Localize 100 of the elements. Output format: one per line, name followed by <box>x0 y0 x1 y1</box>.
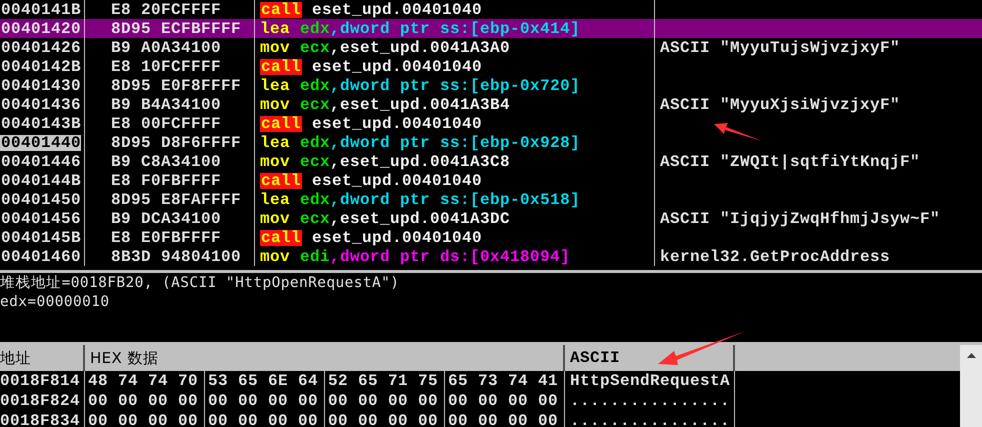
hex-cell: 8D95 E8FAFFFF <box>111 192 242 208</box>
address-cell: 00401436 <box>0 96 82 112</box>
ascii-cell: HttpSendRequestA <box>565 371 735 391</box>
operand: ,dword ptr ds:[0x418094] <box>330 248 570 264</box>
address-cell: 00401430 <box>0 78 82 94</box>
hex-cell: 00 00 00 00 <box>325 391 445 411</box>
scrollbar[interactable] <box>960 345 982 427</box>
address-cell: 00401460 <box>0 248 82 264</box>
disassembly-row[interactable]: 00401450 8D95 E8FAFFFF lea edx,dword ptr ss:[ebp-0x518] <box>0 190 982 209</box>
mnemonic: mov <box>260 248 290 264</box>
disassembly-row[interactable]: 00401430 8D95 E0F8FFFF lea edx,dword ptr ss:[ebp-0x720] <box>0 76 982 95</box>
mnemonic: call <box>260 2 302 18</box>
hex-cell: E8 10FCFFFF <box>111 58 222 74</box>
address-cell: 0018F824 <box>0 391 85 411</box>
mnemonic: call <box>260 230 302 246</box>
hex-cell: 00 00 00 00 <box>325 411 445 427</box>
hex-cell: 00 00 00 00 <box>205 391 325 411</box>
address-cell: 0040145B <box>0 230 82 246</box>
disassembly-row[interactable]: 00401440 8D95 D8F6FFFF lea edx,dword ptr ss:[ebp-0x928] <box>0 133 982 152</box>
disassembly-row[interactable]: 0040145B E8 E0FBFFFF call eset_upd.00401040 <box>0 228 982 247</box>
info-line: edx=00000010 <box>0 294 111 309</box>
hex-cell: 53 65 6E 64 <box>205 371 325 391</box>
ascii-cell: ................ <box>565 411 735 427</box>
hex-cell: E8 20FCFFFF <box>111 2 222 18</box>
operand: eset_upd.00401040 <box>312 58 482 74</box>
disassembly-row[interactable]: 0040144B E8 F0FBFFFF call eset_upd.00401040 <box>0 171 982 190</box>
hex-cell: E8 F0FBFFFF <box>111 172 222 188</box>
info-line: 堆栈地址=0018FB20, (ASCII "HttpOpenRequestA") <box>0 276 400 290</box>
scroll-up-icon[interactable] <box>966 353 976 358</box>
operand: ecx <box>300 40 330 56</box>
mnemonic: lea <box>260 192 290 208</box>
disassembly-row[interactable]: 00401446 B9 C8A34100 mov ecx,eset_upd.0041A3C8 ASCII "ZWQIt|sqtfiYtKnqjF" <box>0 152 982 171</box>
comment-cell: kernel32.GetProcAddress <box>660 248 890 264</box>
comment-cell: ASCII "MyyuXjsiWjvzjxyF" <box>660 96 900 112</box>
operand: ,eset_upd.0041A3DC <box>330 210 510 226</box>
address-cell: 0040141B <box>0 2 82 18</box>
ascii-cell: ................ <box>565 391 735 411</box>
disassembly-row[interactable]: 0040143B E8 00FCFFFF call eset_upd.00401040 <box>0 114 982 133</box>
operand: ecx <box>300 154 330 170</box>
disassembly-row[interactable]: 00401426 B9 A0A34100 mov ecx,eset_upd.0041A3A0 ASCII "MyyuTujsWjvzjxyF" <box>0 38 982 57</box>
operand: edx <box>300 192 330 208</box>
hex-cell: 8D95 ECFBFFFF <box>111 20 242 36</box>
hex-cell: E8 E0FBFFFF <box>111 230 222 246</box>
hex-cell: 00 00 00 00 <box>205 411 325 427</box>
mnemonic: mov <box>260 154 290 170</box>
comment-cell: ASCII "IjqjyjZwqHfhmjJsyw~F" <box>660 210 940 226</box>
hex-cell: B9 A0A34100 <box>111 40 222 56</box>
mnemonic: mov <box>260 40 290 56</box>
operand: edx <box>300 20 330 36</box>
operand: ,eset_upd.0041A3B4 <box>330 96 510 112</box>
operand: ,dword ptr ss:[ebp-0x720] <box>330 78 580 94</box>
operand: ecx <box>300 210 330 226</box>
operand: eset_upd.00401040 <box>312 230 482 246</box>
hex-cell: 65 73 74 41 <box>445 371 565 391</box>
comment-cell: ASCII "ZWQIt|sqtfiYtKnqjF" <box>660 154 920 170</box>
hex-cell: 8D95 E0F8FFFF <box>111 78 242 94</box>
disassembly-row[interactable]: 00401436 B9 B4A34100 mov ecx,eset_upd.0041A3B4 ASCII "MyyuXjsiWjvzjxyF" <box>0 95 982 114</box>
address-cell: 00401426 <box>0 40 82 56</box>
column-header[interactable]: 地址 <box>0 345 85 371</box>
operand: ,dword ptr ss:[ebp-0x928] <box>330 134 580 150</box>
operand: ,dword ptr ss:[ebp-0x414] <box>330 20 580 36</box>
operand: ,eset_upd.0041A3A0 <box>330 40 510 56</box>
operand: edi <box>300 248 330 264</box>
mnemonic: lea <box>260 134 290 150</box>
hex-cell: 52 65 71 75 <box>325 371 445 391</box>
hex-cell: 48 74 74 70 <box>85 371 205 391</box>
operand: ,eset_upd.0041A3C8 <box>330 154 510 170</box>
hex-cell: 00 00 00 00 <box>445 391 565 411</box>
hex-cell: 8D95 D8F6FFFF <box>111 134 242 150</box>
operand: ecx <box>300 96 330 112</box>
address-cell: 0018F814 <box>0 371 85 391</box>
address-cell: 0040142B <box>0 58 82 74</box>
disassembly-row[interactable]: 00401456 B9 DCA34100 mov ecx,eset_upd.0041A3DC ASCII "IjqjyjZwqHfhmjJsyw~F" <box>0 209 982 228</box>
disassembly-row[interactable]: 00401420 8D95 ECFBFFFF lea edx,dword ptr ss:[ebp-0x414] <box>0 19 982 38</box>
hex-cell: 00 00 00 00 <box>85 391 205 411</box>
mnemonic: lea <box>260 78 290 94</box>
mnemonic: mov <box>260 210 290 226</box>
mnemonic: call <box>260 116 302 132</box>
mnemonic: mov <box>260 96 290 112</box>
address-cell: 00401420 <box>0 20 82 36</box>
hex-cell: E8 00FCFFFF <box>111 116 222 132</box>
comment-cell: ASCII "MyyuTujsWjvzjxyF" <box>660 40 900 56</box>
hex-cell: B9 B4A34100 <box>111 96 222 112</box>
hex-cell: 00 00 00 00 <box>445 411 565 427</box>
address-cell: 0018F834 <box>0 411 85 427</box>
operand: edx <box>300 78 330 94</box>
mnemonic: lea <box>260 20 290 36</box>
disassembly-row[interactable]: 0040142B E8 10FCFFFF call eset_upd.00401040 <box>0 57 982 76</box>
operand: eset_upd.00401040 <box>312 172 482 188</box>
hex-cell: B9 C8A34100 <box>111 154 222 170</box>
disassembly-row[interactable]: 00401460 8B3D 94804100 mov edi,dword ptr ds:[0x418094] kernel32.GetProcAddress <box>0 247 982 266</box>
hex-cell: 00 00 00 00 <box>85 411 205 427</box>
hex-cell: 8B3D 94804100 <box>111 248 242 264</box>
column-header[interactable]: HEX 数据 <box>85 345 565 371</box>
mnemonic: call <box>260 172 302 188</box>
address-cell: 00401450 <box>0 192 82 208</box>
operand: edx <box>300 134 330 150</box>
address-cell: 00401446 <box>0 154 82 170</box>
address-cell: 0040143B <box>0 116 82 132</box>
operand: ,dword ptr ss:[ebp-0x518] <box>330 192 580 208</box>
